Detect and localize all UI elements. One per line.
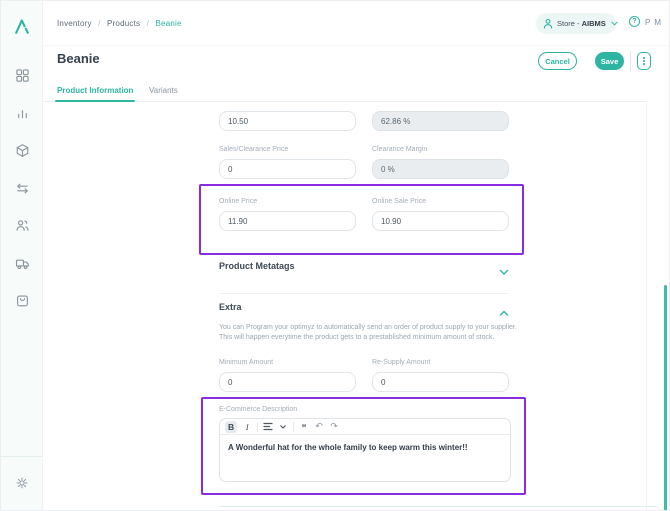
clearance-margin-input bbox=[372, 159, 509, 179]
italic-button[interactable]: I bbox=[242, 421, 252, 433]
toolbar-separator bbox=[293, 422, 294, 432]
section-product-metatags: Product Metatags bbox=[219, 261, 295, 271]
resupply-amount-input[interactable] bbox=[372, 372, 509, 392]
transfers-swap-icon[interactable] bbox=[1, 178, 43, 198]
align-left-icon bbox=[263, 422, 273, 431]
more-actions-button[interactable] bbox=[637, 52, 651, 70]
price-input[interactable] bbox=[219, 111, 356, 131]
store-selector[interactable]: Store - AIBMS bbox=[536, 13, 616, 34]
question-circle-icon[interactable]: ? bbox=[629, 16, 640, 27]
person-icon bbox=[543, 18, 553, 29]
redo-button[interactable]: ↷ bbox=[329, 421, 339, 433]
save-button[interactable]: Save bbox=[595, 52, 624, 70]
resupply-amount-label: Re-Supply Amount bbox=[372, 359, 430, 366]
dashboard-grid-icon[interactable] bbox=[1, 65, 43, 85]
align-button[interactable] bbox=[263, 421, 273, 433]
help-glyph: ? bbox=[632, 18, 636, 25]
online-sale-price-label: Online Sale Price bbox=[372, 198, 426, 205]
store-label: Store - AIBMS bbox=[557, 19, 606, 28]
margin-input bbox=[372, 111, 509, 131]
tab-variants[interactable]: Variants bbox=[149, 86, 178, 95]
ecommerce-description-input[interactable]: A Wonderful hat for the whole family to … bbox=[220, 435, 510, 482]
chevron-down-icon bbox=[611, 21, 618, 26]
online-sale-price-input[interactable] bbox=[372, 211, 509, 231]
section-divider bbox=[219, 293, 509, 294]
products-box-icon[interactable] bbox=[1, 140, 43, 160]
analytics-bars-icon[interactable] bbox=[1, 103, 43, 123]
tab-bar: Product Information Variants bbox=[43, 83, 647, 102]
sales-clearance-price-label: Sales/Clearance Price bbox=[219, 146, 288, 153]
topbar: Inventory / Products / Beanie Store - AI… bbox=[43, 1, 670, 46]
user-initials[interactable]: P M bbox=[645, 18, 662, 27]
rich-text-editor: B I “ ↶ ↷ A Wonderful hat for the whole … bbox=[219, 418, 511, 482]
customers-users-icon[interactable] bbox=[1, 215, 43, 235]
section-extra: Extra bbox=[219, 302, 242, 312]
minimum-amount-input[interactable] bbox=[219, 372, 356, 392]
minimum-amount-label: Minimum Amount bbox=[219, 359, 273, 366]
sidebar bbox=[1, 1, 43, 511]
blockquote-button[interactable]: “ bbox=[299, 421, 309, 433]
breadcrumb-separator: / bbox=[147, 19, 149, 28]
editor-toolbar: B I “ ↶ ↷ bbox=[220, 419, 510, 435]
breadcrumb: Inventory / Products / Beanie bbox=[57, 19, 182, 28]
chevron-down-icon[interactable] bbox=[499, 263, 509, 271]
gear-icon[interactable] bbox=[1, 473, 43, 493]
product-edit-page: Inventory / Products / Beanie Store - AI… bbox=[0, 0, 670, 511]
orders-bag-icon[interactable] bbox=[1, 290, 43, 310]
extra-description: You can Program your optimyz to automati… bbox=[219, 323, 519, 342]
bottom-divider bbox=[219, 506, 657, 507]
undo-button[interactable]: ↶ bbox=[314, 421, 324, 433]
brand-logo-icon[interactable] bbox=[1, 13, 43, 39]
tab-product-information[interactable]: Product Information bbox=[57, 86, 133, 95]
sales-clearance-price-input[interactable] bbox=[219, 159, 356, 179]
content-edge-line bbox=[646, 102, 647, 511]
chevron-up-icon[interactable] bbox=[499, 304, 509, 312]
page-title: Beanie bbox=[57, 51, 100, 66]
breadcrumb-separator: / bbox=[98, 19, 100, 28]
ecommerce-description-label: E-Commerce Description bbox=[219, 406, 297, 413]
breadcrumb-current: Beanie bbox=[156, 19, 182, 28]
sidebar-divider bbox=[1, 456, 43, 457]
clearance-margin-label: Clearance Margin bbox=[372, 146, 427, 153]
scrollbar-thumb[interactable] bbox=[664, 285, 667, 511]
align-chevron-down-icon[interactable] bbox=[278, 421, 288, 433]
breadcrumb-inventory[interactable]: Inventory bbox=[57, 19, 92, 28]
online-price-label: Online Price bbox=[219, 198, 257, 205]
cancel-button[interactable]: Cancel bbox=[538, 52, 577, 70]
header-divider bbox=[630, 51, 631, 71]
delivery-truck-icon[interactable] bbox=[1, 253, 43, 273]
online-price-input[interactable] bbox=[219, 211, 356, 231]
toolbar-separator bbox=[257, 422, 258, 432]
bold-button[interactable]: B bbox=[225, 421, 237, 433]
breadcrumb-products[interactable]: Products bbox=[107, 19, 140, 28]
